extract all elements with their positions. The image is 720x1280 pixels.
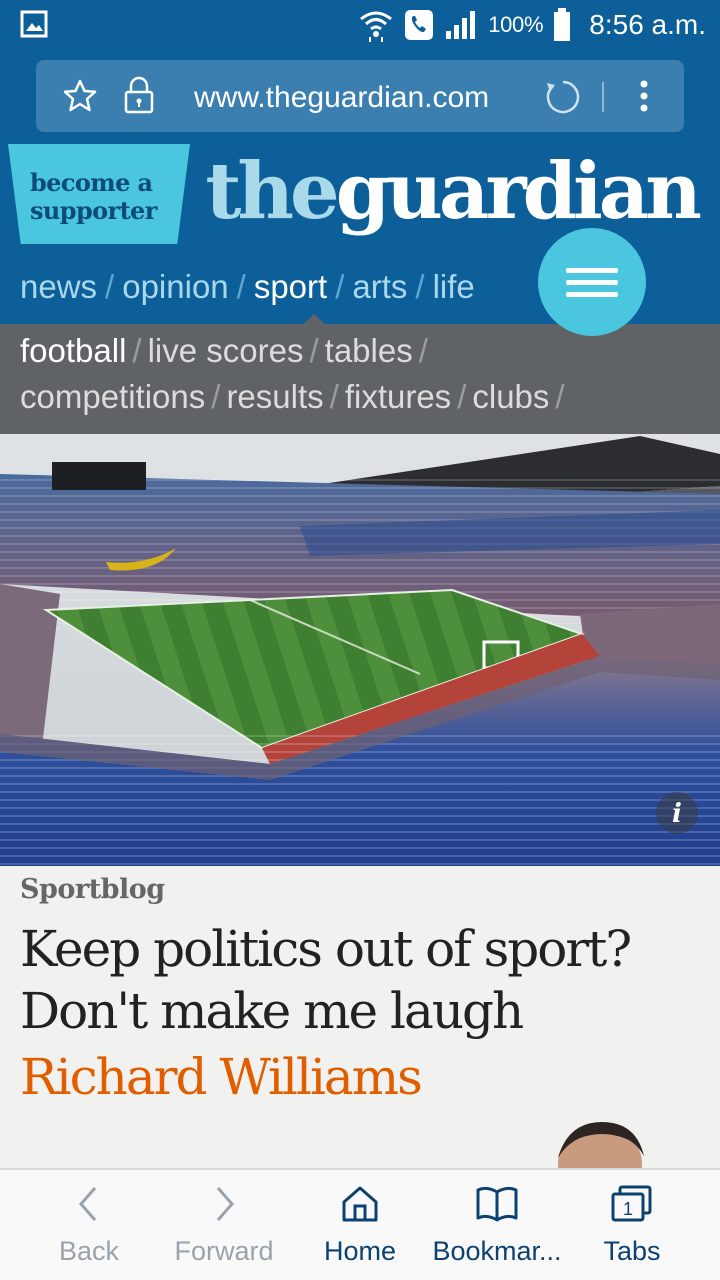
svg-text:i: i [672,799,682,829]
nav-arts[interactable]: arts [352,268,407,306]
nav-news[interactable]: news [20,268,97,306]
forward-button[interactable]: Forward [160,1170,288,1280]
nav-separator: / [457,378,467,415]
reload-icon[interactable] [544,78,582,116]
tab-count: 1 [623,1199,633,1219]
home-icon [342,1186,378,1222]
bookmarks-label: Bookmar... [432,1236,562,1266]
headline-line-2: Don't make me laugh [20,982,524,1040]
nav-separator: / [335,268,345,305]
hamburger-icon [566,268,618,297]
logo-the: the [205,146,339,237]
info-icon[interactable]: i [654,790,700,836]
subnav-live-scores[interactable]: live scores [148,332,304,370]
hamburger-menu-button[interactable] [538,228,646,336]
subnav-row-1: football / live scores / tables / [20,328,434,374]
browser-bottom-bar: Back Forward Home Bookmar... 1 Tabs [0,1168,720,1280]
subnav-competitions[interactable]: competitions [20,378,205,416]
url-text[interactable]: www.theguardian.com [194,78,512,118]
supporter-line-2: supporter [30,196,157,225]
browser-toolbar: www.theguardian.com [0,50,720,142]
nav-separator: / [329,378,339,415]
bookmarks-button[interactable]: Bookmar... [424,1170,570,1280]
home-label: Home [323,1236,397,1266]
nav-separator: / [309,332,319,369]
gallery-icon [20,10,48,38]
tabs-button[interactable]: 1 Tabs [590,1170,674,1280]
bookmarks-icon [476,1186,518,1222]
nav-separator: / [211,378,221,415]
tabs-label: Tabs [603,1236,661,1266]
stadium-photo [0,434,720,866]
headline-line-1: Keep politics out of sport? [20,920,632,978]
tabs-icon: 1 [611,1185,652,1222]
battery-icon [554,8,571,41]
subnav-row-3: more [20,420,95,434]
signal-icon [446,11,476,39]
subnav-clubs[interactable]: clubs [472,378,549,416]
nav-separator: / [105,268,115,305]
call-icon [405,10,434,40]
nav-separator: / [236,268,246,305]
subnav-results[interactable]: results [226,378,323,416]
subnav-football[interactable]: football [20,332,126,370]
star-icon[interactable] [62,78,98,114]
section-nav: news / opinion / sport / arts / life [20,264,475,310]
become-supporter-button[interactable]: become a supporter [8,144,190,244]
logo-guardian: guardian [335,146,702,237]
nav-separator: / [418,332,428,369]
supporter-line-1: become a [30,168,153,197]
lock-icon[interactable] [122,76,156,114]
nav-opinion[interactable]: opinion [122,268,228,306]
nav-sport[interactable]: sport [254,268,327,306]
battery-percent: 100% [488,12,544,37]
clock: 8:56 a.m. [589,9,706,40]
subnav-tables[interactable]: tables [325,332,413,370]
article-author[interactable]: Richard Williams [20,1044,423,1110]
nav-separator: / [555,378,565,415]
address-bar-divider [602,82,604,112]
article-headline[interactable]: Keep politics out of sport? Don't make m… [20,918,710,1042]
sport-subnav: football / live scores / tables / compet… [0,324,720,434]
back-label: Back [58,1236,120,1266]
back-button[interactable]: Back [26,1170,152,1280]
status-bar: 100% 8:56 a.m. [0,0,720,50]
site-header: become a supporter theguardian news / op… [0,142,720,336]
author-avatar [540,1118,660,1170]
article-kicker[interactable]: Sportblog [20,874,165,905]
address-bar[interactable]: www.theguardian.com [36,60,684,132]
nav-separator: / [132,332,142,369]
subnav-fixtures[interactable]: fixtures [345,378,451,416]
forward-arrow-icon [216,1187,234,1221]
subnav-row-2: competitions / results / fixtures / club… [20,374,571,420]
wifi-icon [360,11,393,42]
back-arrow-icon [79,1187,97,1221]
forward-label: Forward [174,1236,274,1266]
home-button[interactable]: Home [306,1170,414,1280]
more-menu-icon[interactable] [632,76,656,116]
nav-life[interactable]: life [433,268,475,306]
article-hero-image[interactable]: i [0,434,720,866]
nav-separator: / [415,268,425,305]
subnav-more[interactable]: more [20,424,95,434]
guardian-logo[interactable]: theguardian [205,142,702,242]
